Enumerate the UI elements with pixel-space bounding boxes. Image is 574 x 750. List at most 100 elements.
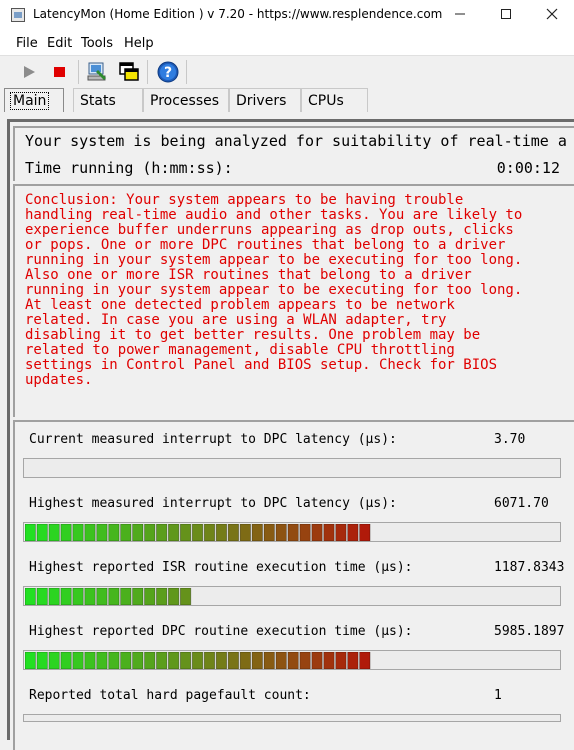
meter-segment [120, 652, 132, 669]
meter-segment [227, 524, 239, 541]
main-panel: Your system is being analyzed for suitab… [7, 119, 574, 750]
close-button[interactable] [529, 0, 574, 31]
stop-button[interactable] [48, 60, 72, 84]
maximize-button[interactable] [483, 0, 529, 31]
toolbar-separator [186, 60, 187, 84]
meter-segment [167, 524, 180, 541]
meter-segment [60, 588, 72, 605]
computer-info-icon [87, 62, 106, 81]
conclusion-text: Conclusion: Your system appears to be ha… [25, 192, 523, 388]
meter-segment [323, 652, 335, 669]
meter-segment [25, 652, 36, 669]
windows-button[interactable] [117, 60, 141, 84]
meter-segment [167, 652, 180, 669]
meter-segment [144, 524, 156, 541]
time-running-value: 0:00:12 [496, 159, 560, 177]
meter-segment [263, 652, 275, 669]
meter-segment [287, 524, 299, 541]
toolbar-separator [147, 60, 148, 84]
window-title: LatencyMon (Home Edition ) v 7.20 - http… [33, 7, 443, 21]
title-bar[interactable]: LatencyMon (Home Edition ) v 7.20 - http… [0, 0, 574, 31]
meter-segment [36, 588, 48, 605]
menu-tools[interactable]: Tools [81, 36, 113, 51]
tab-drivers[interactable]: Drivers [229, 88, 301, 112]
tab-processes[interactable]: Processes [143, 88, 229, 112]
meter-segment [132, 588, 144, 605]
meter-current-latency [23, 458, 561, 478]
meter-segment [120, 524, 132, 541]
meter-segment [48, 652, 60, 669]
help-button[interactable]: ? [156, 60, 180, 84]
meter-isr-time [23, 586, 561, 606]
analysis-status-text: Your system is being analyzed for suitab… [25, 132, 567, 150]
tab-cpus[interactable]: CPUs [301, 88, 368, 112]
minimize-icon [455, 13, 465, 15]
meter-segment [359, 524, 371, 541]
metric-value-highest-latency: 6071.70 [494, 496, 549, 511]
meter-segment [239, 524, 251, 541]
play-button[interactable] [17, 60, 41, 84]
meter-segment [275, 652, 287, 669]
metric-label-dpc-time: Highest reported DPC routine execution t… [29, 624, 413, 639]
meter-segment [191, 652, 204, 669]
meter-segment [251, 652, 263, 669]
meter-segment [72, 524, 84, 541]
meter-segment [36, 524, 48, 541]
computer-info-button[interactable] [86, 60, 110, 84]
tab-drivers-label: Drivers [236, 93, 287, 109]
meter-segment [227, 652, 239, 669]
stop-icon [54, 67, 65, 77]
meter-segment [84, 652, 96, 669]
meter-segment [215, 652, 228, 669]
meter-segment [108, 652, 120, 669]
minimize-button[interactable] [437, 0, 483, 31]
meter-segment [156, 588, 168, 605]
meter-segment [156, 524, 168, 541]
tab-main-label: Main [9, 92, 50, 110]
meter-segments [25, 460, 561, 478]
meter-segment [108, 524, 120, 541]
menu-help[interactable]: Help [124, 36, 154, 51]
meter-segment [167, 588, 180, 605]
meter-segment [215, 524, 228, 541]
meter-segment [96, 652, 108, 669]
meter-segment [179, 652, 192, 669]
meter-segment [191, 524, 204, 541]
meter-segment [72, 652, 84, 669]
meter-segment [287, 652, 299, 669]
tab-strip: Main Stats Processes Drivers CPUs [0, 87, 574, 115]
meter-segment [251, 524, 263, 541]
meter-segments [25, 524, 371, 541]
menu-file[interactable]: File [16, 36, 38, 51]
meter-segment [179, 524, 192, 541]
meter-segment [144, 588, 156, 605]
meter-segment [299, 652, 311, 669]
help-icon: ? [157, 61, 179, 83]
meter-segment [48, 524, 60, 541]
meter-segment [299, 524, 311, 541]
metric-value-current-latency: 3.70 [494, 432, 526, 447]
meter-segment [72, 588, 84, 605]
metric-value-isr-time: 1187.8343 [494, 560, 565, 575]
tab-cpus-label: CPUs [308, 93, 344, 109]
windows-icon [119, 62, 139, 81]
tab-main[interactable]: Main [4, 88, 64, 112]
svg-text:?: ? [164, 65, 172, 81]
metric-label-isr-time: Highest reported ISR routine execution t… [29, 560, 413, 575]
play-icon [24, 66, 35, 78]
meter-segment [275, 524, 287, 541]
metric-label-current-latency: Current measured interrupt to DPC latenc… [29, 432, 397, 447]
toolbar-separator [78, 60, 79, 84]
meter-segment [156, 652, 168, 669]
tab-stats[interactable]: Stats [73, 88, 143, 112]
meter-segment [335, 524, 347, 541]
meter-segment [25, 524, 36, 541]
meter-highest-latency [23, 522, 561, 542]
metric-value-dpc-time: 5985.1897 [494, 624, 565, 639]
meter-segment [323, 524, 335, 541]
menu-bar: File Edit Tools Help [0, 31, 574, 56]
meter-segment [132, 652, 144, 669]
meter-dpc-time [23, 650, 561, 670]
menu-edit[interactable]: Edit [47, 36, 72, 51]
metric-label-pagefault-count: Reported total hard pagefault count: [29, 688, 311, 703]
